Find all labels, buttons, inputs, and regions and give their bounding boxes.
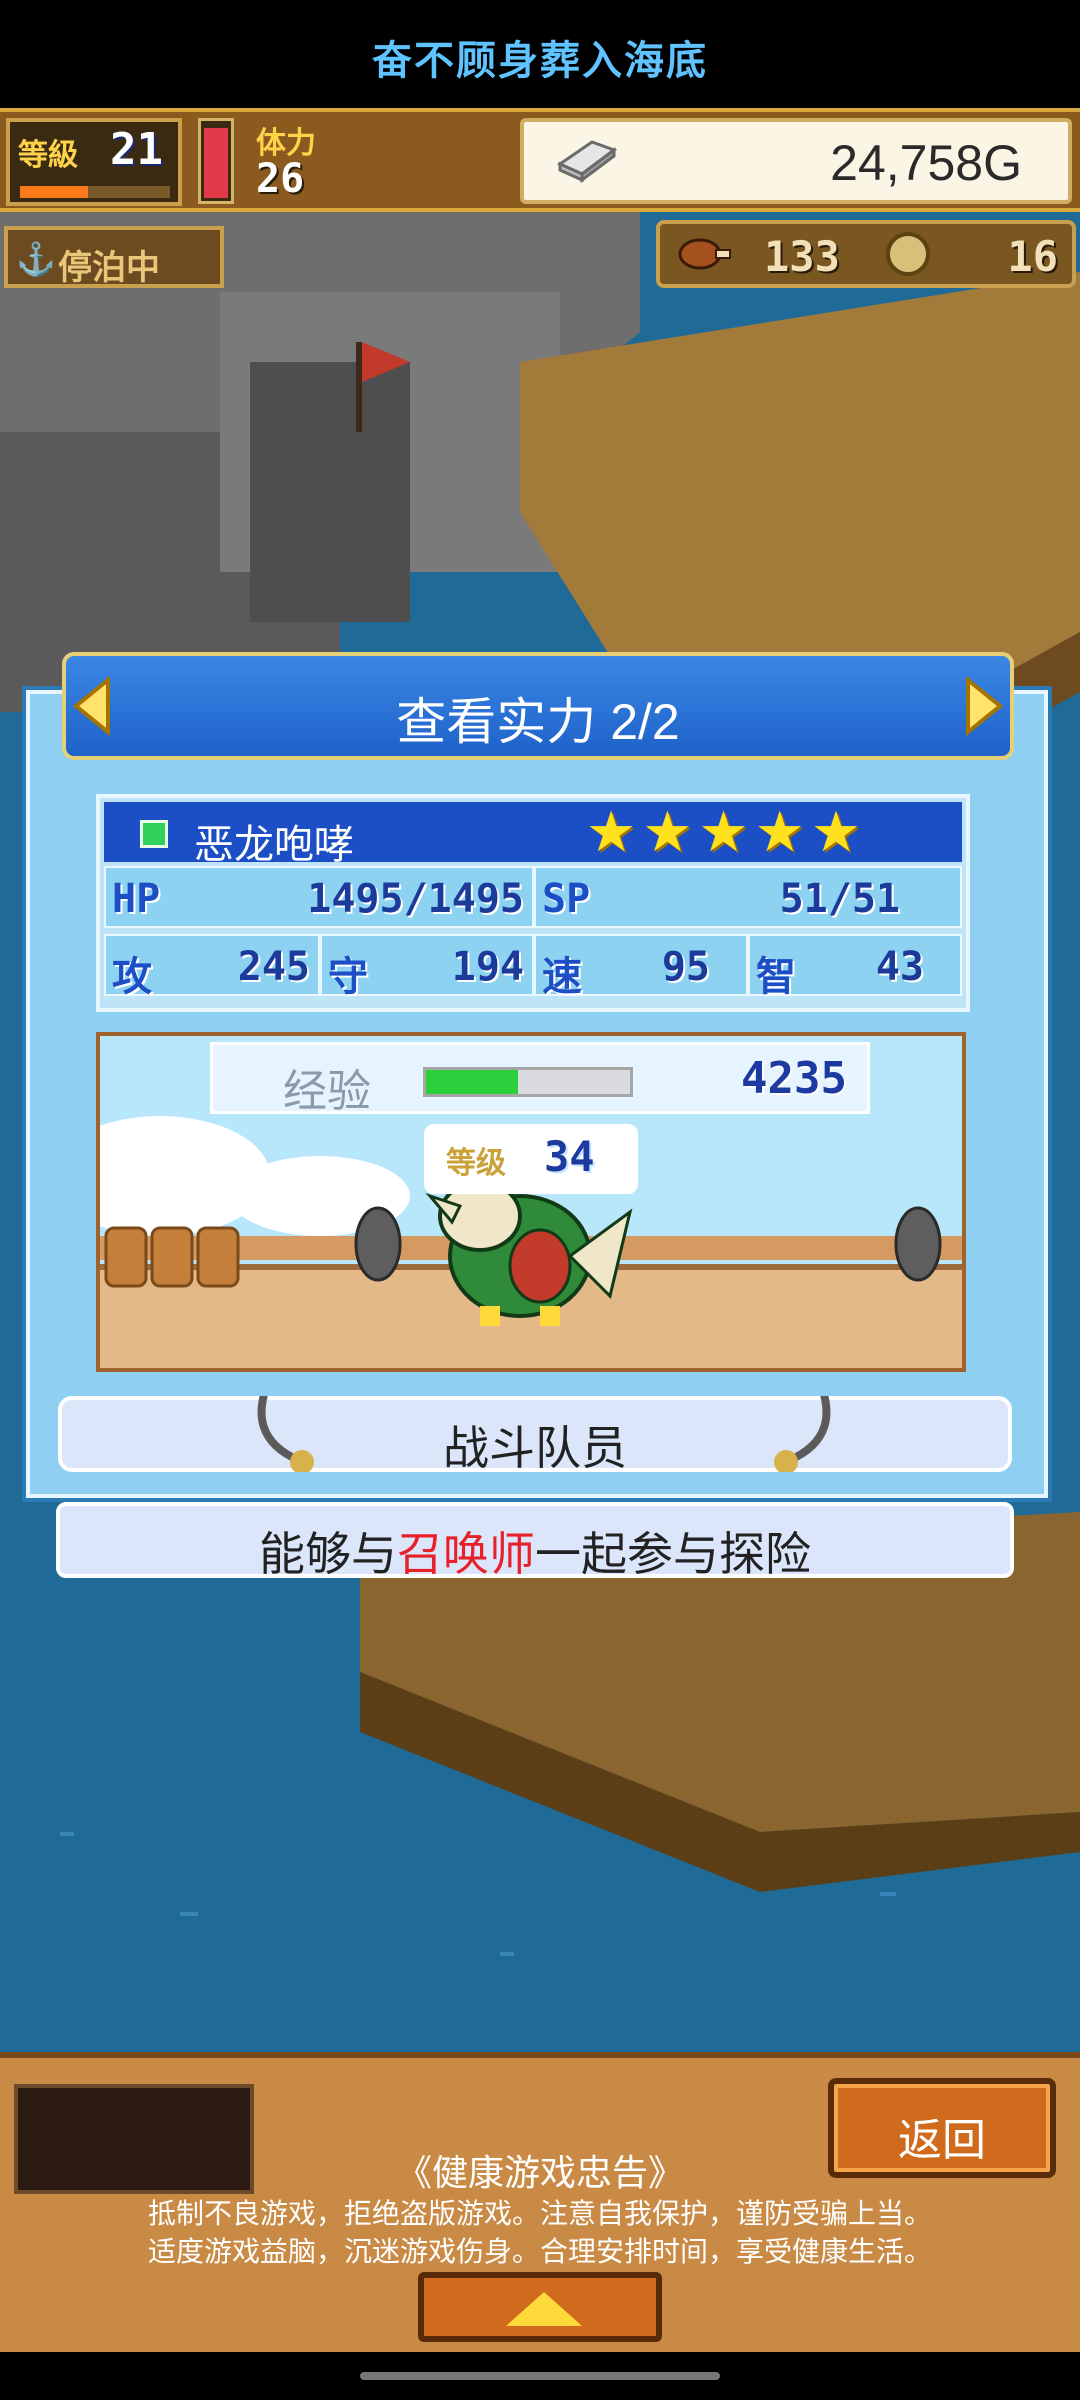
experience-bar: 经验 4235 — [210, 1042, 870, 1117]
sp-cell: SP 51/51 — [534, 866, 962, 928]
defense-label: 守 — [328, 954, 368, 1000]
level-progress-fill — [20, 186, 88, 198]
attack-cell: 攻 245 — [104, 934, 320, 1000]
level-label: 等級 — [18, 138, 78, 173]
rarity-stars: ★ ★ ★ ★ ★ — [586, 802, 861, 862]
stamina-value: 26 — [256, 156, 305, 202]
description-suffix: 一起参与探险 — [535, 1527, 811, 1581]
expand-menu-button[interactable] — [418, 2272, 662, 2342]
stamina-gauge-fill — [204, 128, 228, 198]
home-indicator[interactable] — [360, 2372, 720, 2380]
monster-level-label: 等级 — [446, 1146, 506, 1181]
sp-value: 51/51 — [779, 876, 900, 922]
experience-gauge-fill — [426, 1070, 518, 1094]
experience-gauge — [423, 1067, 633, 1097]
next-arrow-icon[interactable] — [958, 674, 1008, 738]
level-value: 21 — [110, 124, 163, 175]
status-bar: 等級 21 体力 26 24,758G — [0, 108, 1080, 212]
star-icon: ★ — [698, 800, 749, 863]
coin-count: 16 — [1007, 232, 1058, 281]
speed-label: 速 — [542, 954, 582, 1000]
description-bar: 能够与召唤师一起参与探险 — [56, 1502, 1014, 1581]
star-icon: ★ — [642, 800, 693, 863]
panel-title: 查看实力 2/2 — [396, 694, 680, 750]
coin-icon — [886, 232, 930, 276]
experience-label: 经验 — [283, 1066, 371, 1117]
monster-name: 恶龙咆哮 — [194, 822, 354, 868]
food-meat-icon — [678, 238, 731, 270]
health-notice-line1: 抵制不良游戏，拒绝盗版游戏。注意自我保护，谨防受骗上当。 — [147, 2197, 932, 2230]
system-navigation-bar — [0, 2352, 1080, 2400]
health-notice-line2: 适度游戏益脑，沉迷游戏伤身。合理安排时间，享受健康生活。 — [147, 2235, 932, 2268]
star-icon: ★ — [810, 800, 862, 863]
food-count: 133 — [764, 232, 840, 281]
description-text: 能够与召唤师一起参与探险 — [60, 1518, 1010, 1584]
intelligence-value: 43 — [875, 944, 924, 990]
experience-value: 4235 — [741, 1053, 847, 1104]
attack-value: 245 — [237, 944, 310, 990]
stats-card: 恶龙咆哮 ★ ★ ★ ★ ★ HP 1495/1495 SP 51/51 攻 245 守… — [96, 794, 970, 1012]
level-progress-bar — [20, 186, 170, 198]
resource-counter: 133 16 — [656, 220, 1076, 288]
type-chip-icon — [140, 820, 168, 848]
description-highlight: 召唤师 — [397, 1527, 535, 1581]
flagpole — [356, 342, 362, 432]
hp-cell: HP 1495/1495 — [104, 866, 534, 928]
health-notice-title: 《健康游戏忠告》 — [395, 2153, 684, 2194]
stamina-gauge — [198, 118, 234, 204]
screen-title: 奋不顾身葬入海底 — [372, 38, 708, 84]
up-arrow-icon — [506, 2292, 582, 2326]
monster-level-bubble: 等级 34 — [424, 1124, 638, 1194]
star-icon: ★ — [754, 800, 805, 863]
attack-label: 攻 — [112, 954, 152, 1000]
monster-level-value: 34 — [544, 1132, 595, 1181]
top-bar: 奋不顾身葬入海底 — [0, 0, 1080, 108]
gold-bar-icon — [556, 140, 618, 183]
speed-value: 95 — [661, 944, 710, 990]
role-label: 战斗队员 — [443, 1421, 627, 1475]
sp-label: SP — [542, 876, 591, 922]
panel-header: 查看实力 2/2 — [62, 652, 1014, 760]
intelligence-label: 智 — [756, 954, 796, 1000]
monster-preview: 经验 4235 等级 34 — [96, 1032, 966, 1372]
star-icon: ★ — [586, 800, 637, 863]
docked-status-label: 停泊中 — [58, 248, 160, 288]
intelligence-cell: 智 43 — [748, 934, 962, 1000]
defense-value: 194 — [451, 944, 524, 990]
gold-box: 24,758G — [520, 118, 1072, 204]
speed-cell: 速 95 — [534, 934, 748, 1000]
defense-cell: 守 194 — [320, 934, 534, 1000]
anchor-icon: ⚓ — [16, 241, 56, 277]
player-level-box: 等級 21 — [6, 118, 182, 206]
docked-status-badge: ⚓ 停泊中 — [4, 226, 224, 288]
role-banner: 战斗队员 — [58, 1396, 1012, 1475]
monster-name-row: 恶龙咆哮 ★ ★ ★ ★ ★ — [104, 802, 962, 868]
hp-label: HP — [112, 876, 161, 922]
hp-value: 1495/1495 — [307, 876, 524, 922]
gold-amount: 24,758G — [830, 135, 1022, 191]
description-prefix: 能够与 — [259, 1527, 397, 1581]
bottom-panel: 返回 《健康游戏忠告》 抵制不良游戏，拒绝盗版游戏。注意自我保护，谨防受骗上当。… — [0, 2052, 1080, 2352]
